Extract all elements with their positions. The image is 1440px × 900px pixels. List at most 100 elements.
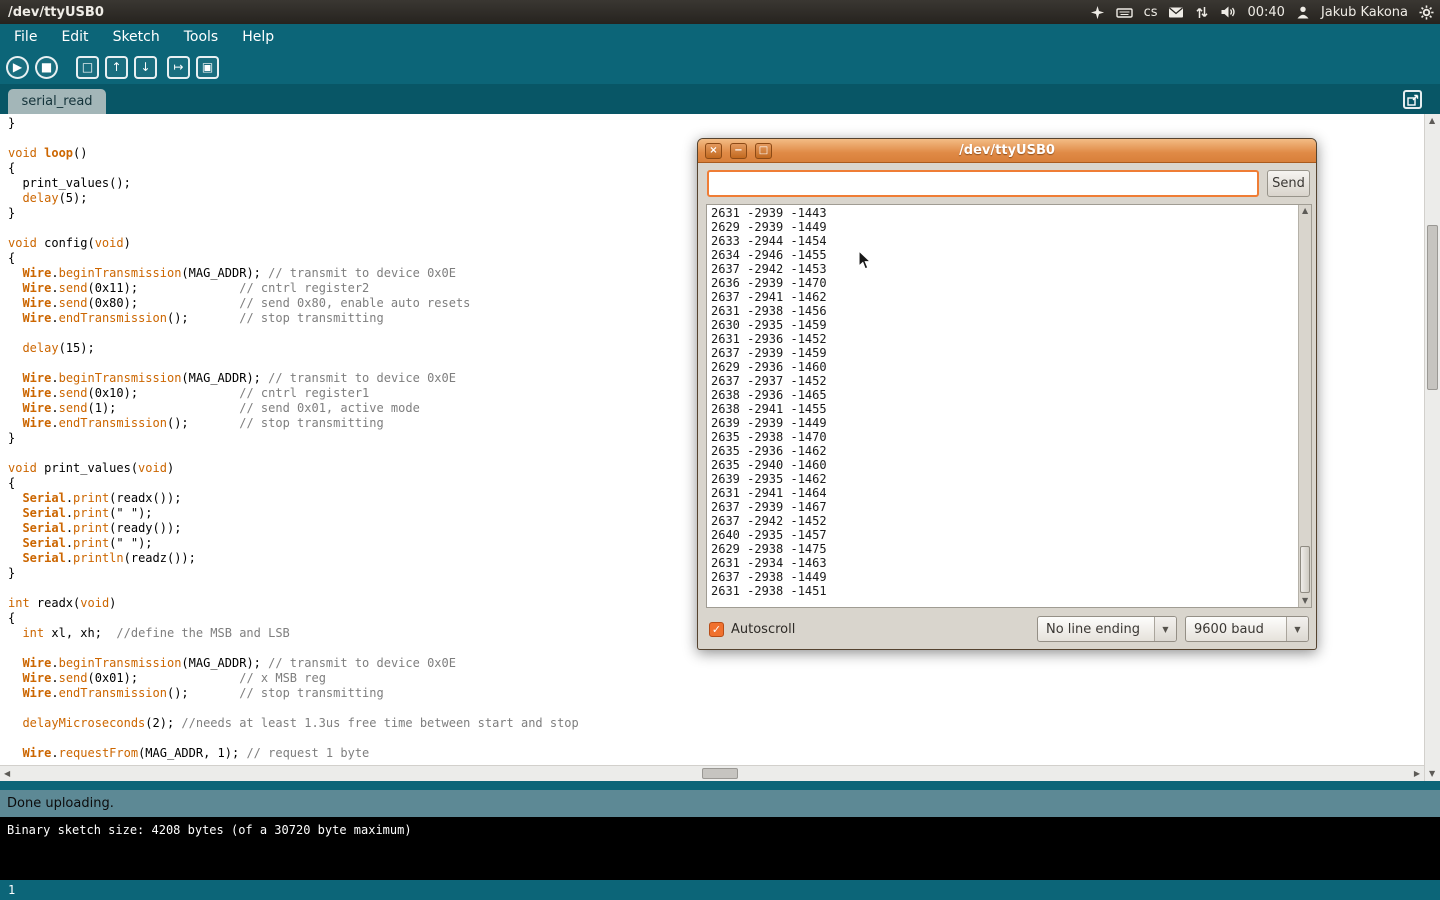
close-button[interactable]: × <box>705 143 722 159</box>
volume-icon[interactable] <box>1220 5 1236 19</box>
line-ending-dropdown-icon[interactable]: ▼ <box>1154 617 1176 641</box>
code-line: Wire.send(1); // send 0x01, active mode <box>8 401 579 416</box>
editor-vscrollbar[interactable]: ▲ ▼ <box>1424 114 1440 781</box>
keyboard-layout-indicator[interactable]: cs <box>1144 5 1158 20</box>
code-line: delay(5); <box>8 191 579 206</box>
serial-row: 2629 -2939 -1449 <box>711 220 827 234</box>
code-line: void print_values(void) <box>8 461 579 476</box>
menu-sketch[interactable]: Sketch <box>101 26 172 48</box>
open-icon: ↑ <box>111 61 121 73</box>
line-ending-select[interactable]: No line ending ▼ <box>1037 616 1177 642</box>
code-line: delayMicroseconds(2); //needs at least 1… <box>8 716 579 731</box>
system-tray: cs 00:40 Jakub Kakona <box>1090 0 1434 24</box>
top-panel: /dev/ttyUSB0 cs 00:40 Jakub Kakona <box>0 0 1440 24</box>
indicator-icon[interactable] <box>1090 5 1105 20</box>
code-line: Wire.send(0x10); // cntrl register1 <box>8 386 579 401</box>
serial-row: 2639 -2939 -1449 <box>711 416 827 430</box>
serial-row: 2640 -2935 -1457 <box>711 528 827 542</box>
maximize-button[interactable]: □ <box>755 143 772 159</box>
scroll-right-icon[interactable]: ▶ <box>1414 770 1420 778</box>
code-lines: } void loop(){ print_values(); delay(5);… <box>8 116 579 761</box>
serial-scroll-up-icon[interactable]: ▲ <box>1302 207 1308 215</box>
serial-row: 2638 -2936 -1465 <box>711 388 827 402</box>
code-line <box>8 641 579 656</box>
code-line: } <box>8 431 579 446</box>
serial-row: 2639 -2935 -1462 <box>711 472 827 486</box>
serial-scrollbar[interactable]: ▲ ▼ <box>1298 205 1311 607</box>
save-button[interactable]: ↓ <box>134 56 157 79</box>
hscroll-thumb[interactable] <box>702 768 738 779</box>
upload-button[interactable]: ↦ <box>167 56 190 79</box>
scroll-down-icon[interactable]: ▼ <box>1429 770 1435 778</box>
code-line: int readx(void) <box>8 596 579 611</box>
code-line <box>8 326 579 341</box>
clock[interactable]: 00:40 <box>1247 5 1284 20</box>
serial-row: 2630 -2935 -1459 <box>711 318 827 332</box>
serial-scroll-down-icon[interactable]: ▼ <box>1302 597 1308 605</box>
serial-monitor-button[interactable]: ▣ <box>196 56 219 79</box>
serial-row: 2636 -2939 -1470 <box>711 276 827 290</box>
serial-row: 2629 -2936 -1460 <box>711 360 827 374</box>
menu-tools[interactable]: Tools <box>172 26 231 48</box>
autoscroll-control[interactable]: ✓ Autoscroll <box>709 622 795 637</box>
serial-scroll-thumb[interactable] <box>1300 546 1310 593</box>
code-line: void loop() <box>8 146 579 161</box>
serial-row: 2637 -2937 -1452 <box>711 374 827 388</box>
autoscroll-checkbox[interactable]: ✓ <box>709 622 724 637</box>
console-text: Binary sketch size: 4208 bytes (of a 307… <box>7 823 412 837</box>
menu-help[interactable]: Help <box>230 26 286 48</box>
keyboard-icon[interactable] <box>1116 5 1133 20</box>
serial-row: 2634 -2946 -1455 <box>711 248 827 262</box>
code-line: int xl, xh; //define the MSB and LSB <box>8 626 579 641</box>
current-line-indicator: 1 <box>8 883 15 897</box>
user-icon[interactable] <box>1296 5 1310 20</box>
code-line <box>8 581 579 596</box>
code-line: Wire.endTransmission(); // stop transmit… <box>8 686 579 701</box>
code-line: Wire.beginTransmission(MAG_ADDR); // tra… <box>8 371 579 386</box>
window-controls: × − □ <box>705 143 772 159</box>
status-bar: Done uploading. <box>0 790 1440 817</box>
tab-serial-read[interactable]: serial_read <box>8 89 106 114</box>
serial-monitor-title: /dev/ttyUSB0 <box>959 143 1055 158</box>
stop-icon: ■ <box>41 61 52 73</box>
build-console[interactable]: Binary sketch size: 4208 bytes (of a 307… <box>0 817 1440 880</box>
serial-row: 2633 -2944 -1454 <box>711 234 827 248</box>
serial-row: 2637 -2942 -1453 <box>711 262 827 276</box>
tab-label: serial_read <box>21 94 92 109</box>
code-line <box>8 131 579 146</box>
serial-row: 2631 -2934 -1463 <box>711 556 827 570</box>
baud-rate-select[interactable]: 9600 baud ▼ <box>1185 616 1309 642</box>
baud-dropdown-icon[interactable]: ▼ <box>1286 617 1308 641</box>
send-button[interactable]: Send <box>1267 170 1310 197</box>
scroll-up-icon[interactable]: ▲ <box>1429 117 1435 125</box>
serial-send-input[interactable] <box>707 170 1259 197</box>
code-line: { <box>8 251 579 266</box>
code-line: void config(void) <box>8 236 579 251</box>
verify-icon: ▶ <box>13 61 22 73</box>
stop-button[interactable]: ■ <box>35 56 58 79</box>
serial-row: 2637 -2941 -1462 <box>711 290 827 304</box>
minimize-button[interactable]: − <box>730 143 747 159</box>
new-sketch-button[interactable]: □ <box>76 56 99 79</box>
open-button[interactable]: ↑ <box>105 56 128 79</box>
code-line: } <box>8 206 579 221</box>
lower-area: Done uploading. Binary sketch size: 4208… <box>0 781 1440 900</box>
code-line: Serial.println(readz()); <box>8 551 579 566</box>
serial-row: 2637 -2939 -1467 <box>711 500 827 514</box>
serial-output-panel[interactable]: 2631 -2939 -14432629 -2939 -14492633 -29… <box>706 204 1312 608</box>
menu-file[interactable]: File <box>2 26 49 48</box>
verify-button[interactable]: ▶ <box>6 56 29 79</box>
code-line: Serial.print(" "); <box>8 506 579 521</box>
menu-edit[interactable]: Edit <box>49 26 100 48</box>
gear-icon[interactable] <box>1419 5 1434 20</box>
tab-menu-button[interactable] <box>1403 90 1422 109</box>
serial-monitor-titlebar[interactable]: × − □ /dev/ttyUSB0 <box>698 139 1316 163</box>
serial-row: 2629 -2938 -1475 <box>711 542 827 556</box>
code-line <box>8 356 579 371</box>
sync-arrows-icon[interactable] <box>1195 5 1209 20</box>
mail-icon[interactable] <box>1168 6 1184 19</box>
user-menu[interactable]: Jakub Kakona <box>1321 5 1408 20</box>
vscroll-thumb[interactable] <box>1427 225 1438 390</box>
editor-hscrollbar[interactable]: ◀ ▶ <box>0 765 1424 781</box>
scroll-left-icon[interactable]: ◀ <box>4 770 10 778</box>
